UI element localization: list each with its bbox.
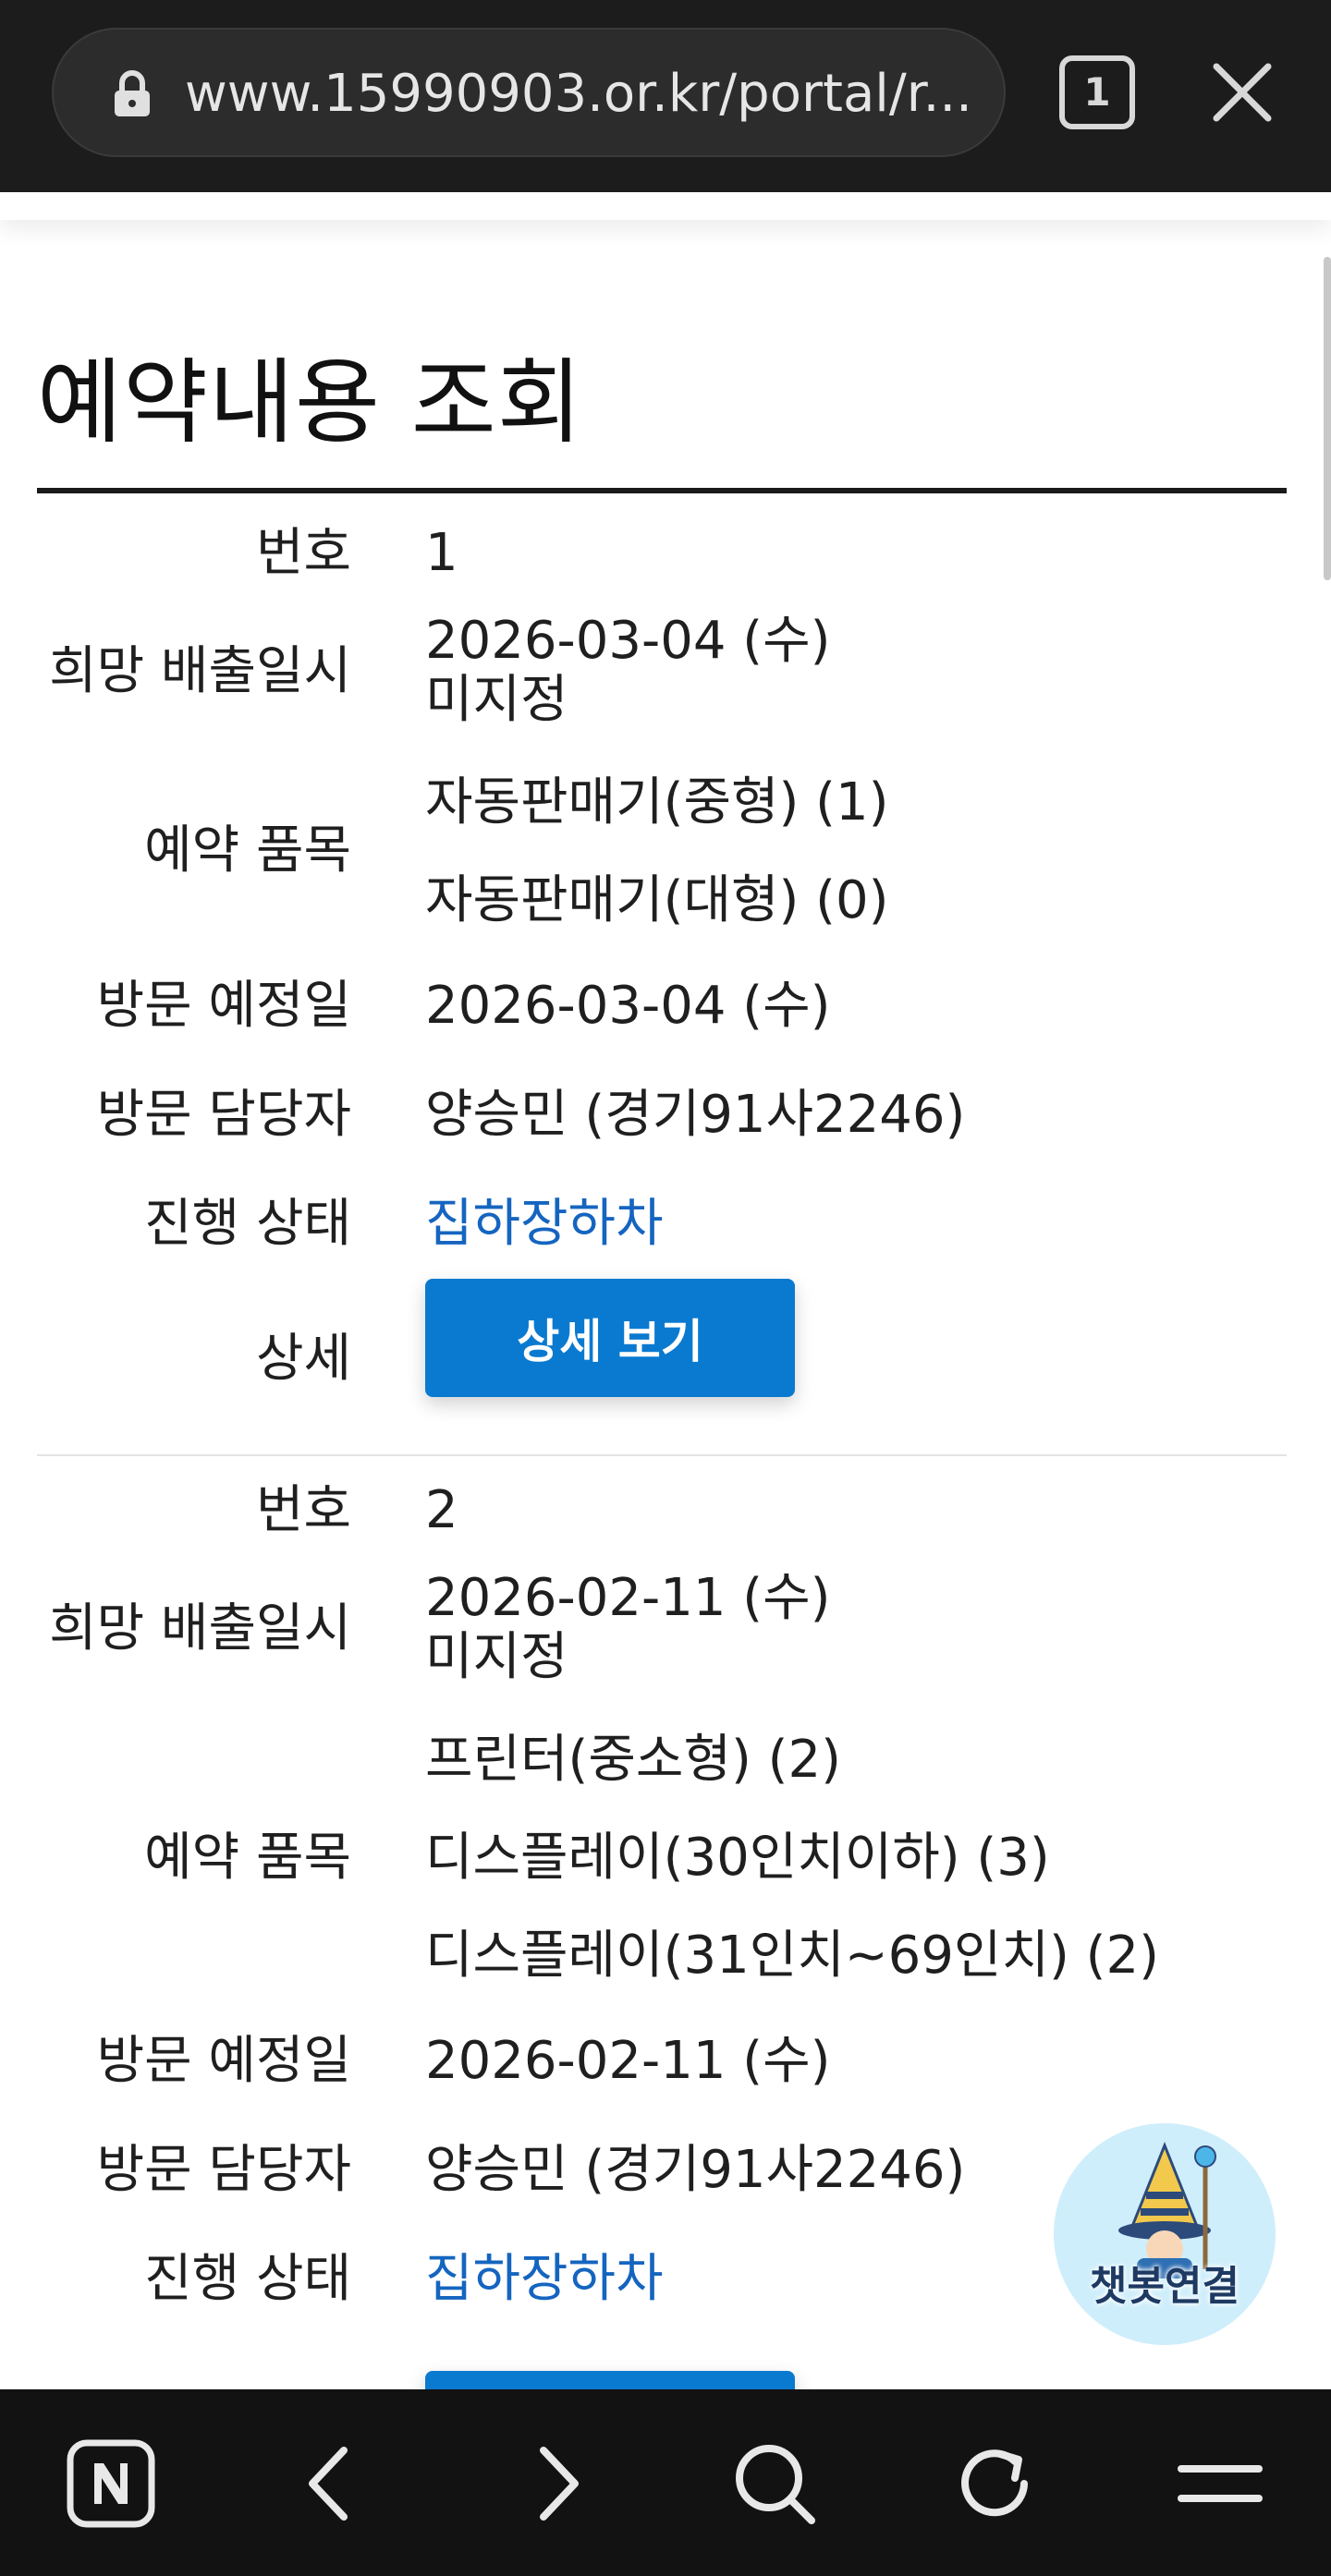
item: 디스플레이(30인치이하) (3): [425, 1828, 1050, 1888]
forward-arrow-icon[interactable]: [510, 2437, 603, 2530]
visit-date-value: 2026-03-04 (수): [425, 976, 831, 1036]
desired-time-value: 미지정: [425, 1627, 568, 1687]
detail-label: 상세: [255, 1329, 351, 1389]
browser-top-bar: www.15990903.or.kr/portal/r... 1: [0, 0, 1331, 192]
menu-icon[interactable]: [1174, 2437, 1266, 2530]
naver-icon[interactable]: [65, 2437, 157, 2530]
back-arrow-icon[interactable]: [285, 2437, 377, 2530]
number-value: 1: [425, 523, 458, 583]
visit-date-value: 2026-02-11 (수): [425, 2031, 831, 2091]
visitor-label: 방문 담당자: [96, 1085, 351, 1145]
reload-icon[interactable]: [950, 2437, 1043, 2530]
site-header-edge: [0, 192, 1331, 220]
lock-icon: [115, 70, 150, 116]
chatbot-button[interactable]: 챗봇연결: [1054, 2123, 1276, 2345]
desired-date-value: 2026-02-11 (수): [425, 1568, 831, 1628]
visit-date-label: 방문 예정일: [96, 976, 351, 1036]
items-label: 예약 품목: [144, 820, 351, 881]
desired-time-value: 미지정: [425, 670, 568, 730]
visitor-value: 양승민 (경기91사2246): [425, 1085, 966, 1145]
status-link[interactable]: 집하장하차: [425, 2249, 664, 2310]
desired-date-label: 희망 배출일시: [49, 1598, 351, 1659]
visit-date-label: 방문 예정일: [96, 2031, 351, 2091]
detail-view-button[interactable]: 상세 보기: [425, 1279, 795, 1397]
item: 디스플레이(31인치~69인치) (2): [425, 1926, 1159, 1986]
detail-view-button[interactable]: [425, 2371, 795, 2389]
address-bar[interactable]: www.15990903.or.kr/portal/r...: [52, 28, 1006, 157]
search-icon[interactable]: [728, 2437, 821, 2530]
page-title: 예약내용 조회: [37, 348, 583, 456]
title-divider: [37, 488, 1287, 493]
number-label: 번호: [255, 1480, 351, 1540]
status-label: 진행 상태: [144, 2249, 351, 2309]
record-divider: [37, 1454, 1287, 1456]
page-content: 예약내용 조회 번호 1 희망 배출일시 2026-03-04 (수) 미지정 …: [0, 192, 1331, 2389]
item: 자동판매기(중형) (1): [425, 772, 889, 832]
item: 자동판매기(대형) (0): [425, 870, 889, 930]
desired-date-label: 희망 배출일시: [49, 641, 351, 701]
number-label: 번호: [255, 523, 351, 583]
number-value: 2: [425, 1480, 458, 1540]
tab-count-button[interactable]: 1: [1059, 55, 1135, 129]
url-text: www.15990903.or.kr/portal/r...: [185, 65, 972, 124]
scrollbar[interactable]: [1324, 257, 1331, 580]
chatbot-label: 챗봇연결: [1090, 2263, 1239, 2310]
items-label: 예약 품목: [144, 1828, 351, 1888]
close-icon[interactable]: [1209, 59, 1276, 126]
status-link[interactable]: 집하장하차: [425, 1194, 664, 1255]
item: 프린터(중소형) (2): [425, 1730, 841, 1790]
desired-date-value: 2026-03-04 (수): [425, 611, 831, 671]
status-label: 진행 상태: [144, 1194, 351, 1254]
visitor-label: 방문 담당자: [96, 2140, 351, 2200]
visitor-value: 양승민 (경기91사2246): [425, 2140, 966, 2200]
browser-bottom-bar: [0, 2389, 1331, 2576]
